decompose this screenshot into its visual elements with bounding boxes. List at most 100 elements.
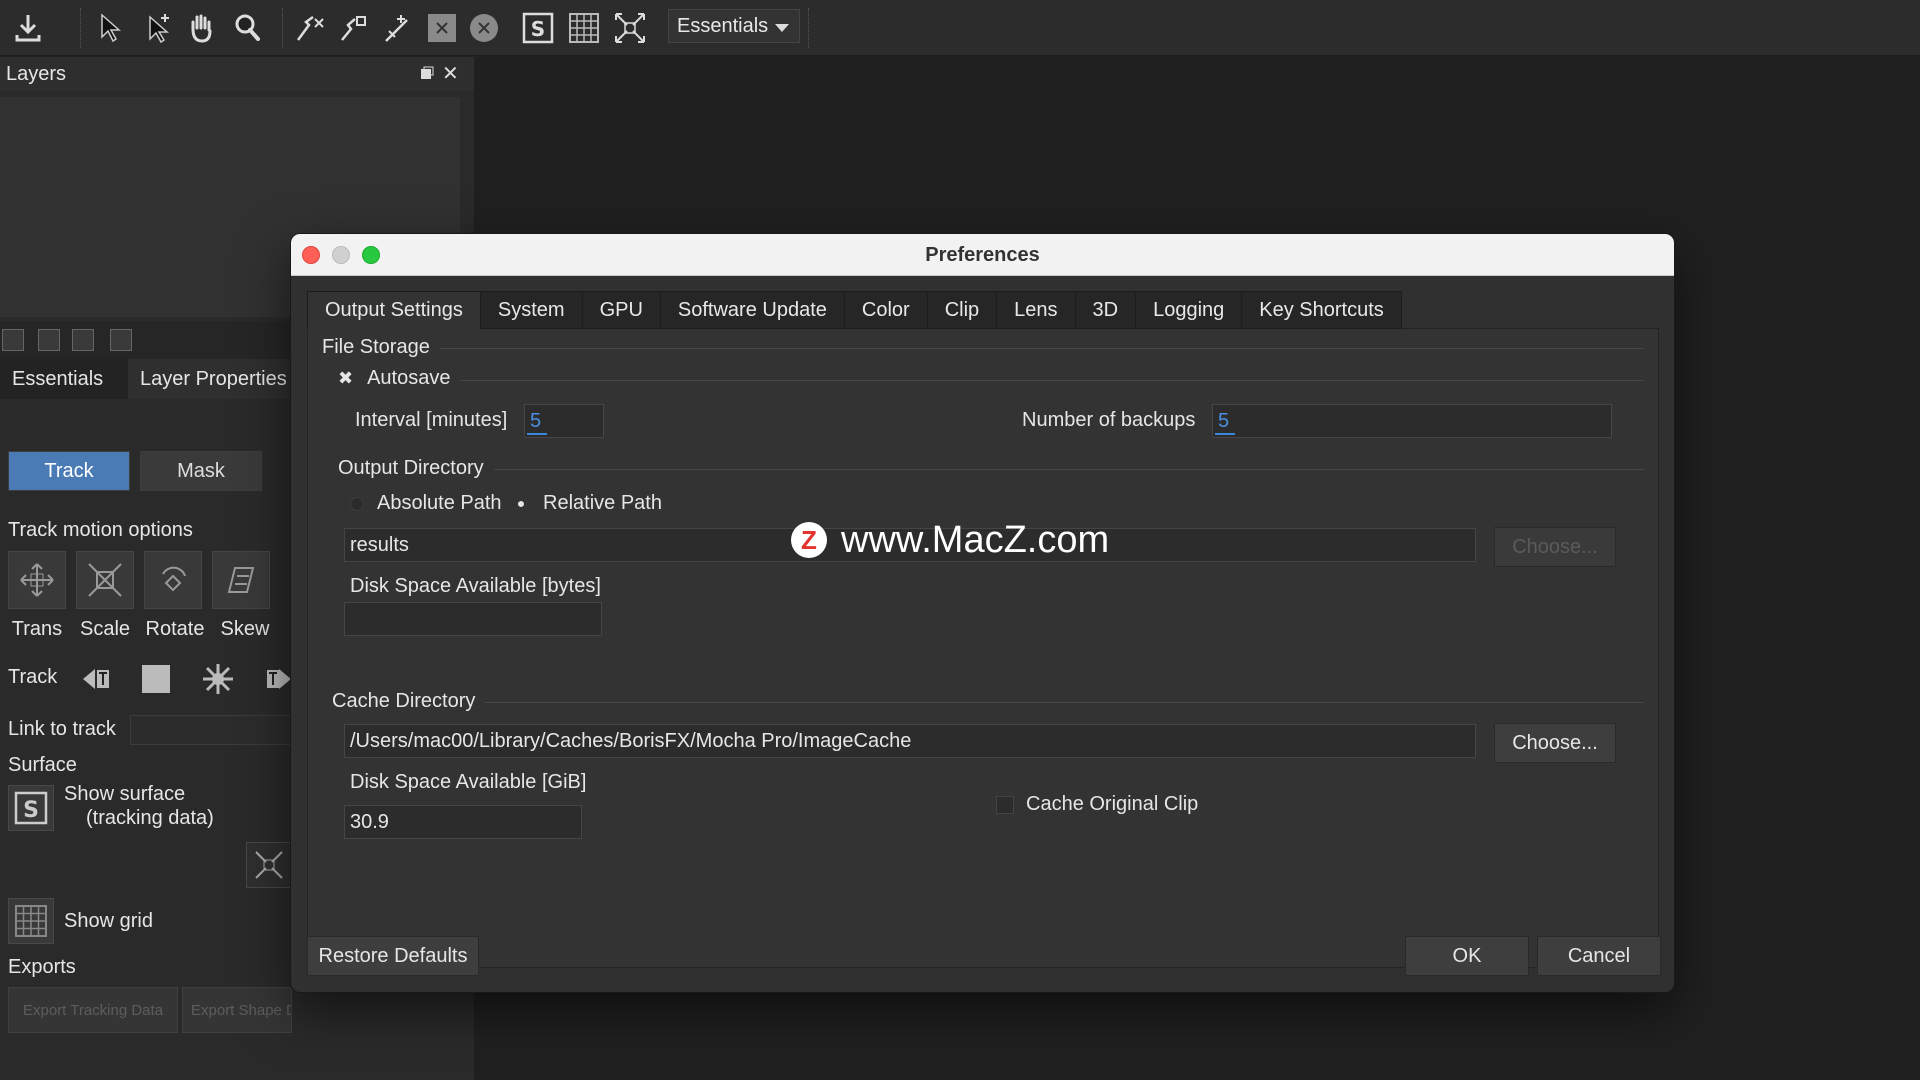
spin-caret [527,433,547,435]
show-surface-sublabel: (tracking data) [86,807,214,829]
tab-essentials[interactable]: Essentials [0,359,115,399]
disk-space-gib-field: 30.9 [344,805,582,839]
checkbox-checked-icon: ✖ [338,368,354,388]
cache-directory-title: Cache Directory [332,690,486,713]
show-surface-label: Show surface [64,783,186,805]
tab-software-update[interactable]: Software Update [660,291,845,329]
cache-directory-divider [332,702,1644,703]
exports-section-title: Exports [8,956,76,978]
show-grid-label: Show grid [64,910,153,932]
link-to-track-label: Link to track [8,718,116,740]
scale-icon [88,563,122,597]
new-layer-icon[interactable] [2,329,24,351]
hand-icon[interactable] [180,6,224,50]
surface-section-title: Surface [8,754,77,776]
rotation-toggle[interactable] [144,551,202,609]
interval-label: Interval [minutes] [355,409,508,431]
restore-defaults-button[interactable]: Restore Defaults [307,936,479,976]
track-controls-label: Track [8,666,58,688]
planar-corners-icon [255,851,283,879]
add-point-arrow-icon[interactable] [136,6,180,50]
skew-icon [227,567,255,593]
export-shape-data-button[interactable]: Export Shape Data [182,987,292,1033]
ok-button[interactable]: OK [1405,936,1529,976]
float-panel-icon[interactable] [420,66,434,80]
file-storage-divider [322,348,1644,349]
add-layer-icon[interactable] [38,329,60,351]
track-mode-button[interactable]: Track [8,451,130,491]
mask-mode-button[interactable]: Mask [140,451,262,491]
main-toolbar: S Essentials [0,0,1920,56]
cache-original-clip-checkbox[interactable] [996,796,1014,814]
disk-space-gib-label: Disk Space Available [GiB] [350,771,587,793]
track-motion-options-title: Track motion options [8,519,193,541]
surface-icon[interactable]: S [516,6,560,50]
grid-icon [15,905,47,937]
tab-3d[interactable]: 3D [1075,291,1137,329]
x-circle-icon[interactable] [462,6,506,50]
cache-directory-field[interactable]: /Users/mac00/Library/Caches/BorisFX/Moch… [344,724,1476,758]
absolute-path-label: Absolute Path [377,492,502,514]
choose-output-directory-button[interactable]: Choose... [1494,527,1616,567]
relative-path-radio[interactable] [514,497,528,511]
pen-icon[interactable] [376,6,420,50]
tab-system[interactable]: System [480,291,583,329]
spin-caret [1215,433,1235,435]
zoom-icon[interactable] [226,6,270,50]
absolute-path-radio[interactable] [350,497,364,511]
show-grid-toggle[interactable] [8,898,54,944]
add-x-spline-icon[interactable] [288,6,332,50]
tab-layer-properties[interactable]: Layer Properties [128,359,299,399]
stop-icon [142,665,170,693]
tab-clip[interactable]: Clip [927,291,998,329]
import-layer-icon[interactable] [72,329,94,351]
grid-icon[interactable] [562,6,606,50]
tab-lens[interactable]: Lens [997,291,1076,329]
export-tracking-data-button[interactable]: Export Tracking Data [8,987,178,1033]
track-backward-button[interactable] [74,657,118,701]
skew-toggle[interactable] [212,551,270,609]
trash-icon[interactable] [110,329,132,351]
toolbar-separator [282,8,284,48]
track-backward-icon [83,669,109,689]
workspace-dropdown[interactable]: Essentials [668,9,800,43]
tab-gpu[interactable]: GPU [582,291,661,329]
select-arrow-icon[interactable] [88,6,132,50]
download-icon[interactable] [6,6,50,50]
trans-label: Trans [11,618,63,640]
choose-cache-directory-button[interactable]: Choose... [1494,723,1616,763]
dialog-titlebar[interactable]: Preferences [291,234,1674,276]
output-directory-divider [338,469,1644,470]
scale-label: Scale [79,618,131,640]
autosave-checkbox[interactable]: ✖ Autosave [338,367,461,390]
show-surface-toggle[interactable]: S [8,785,54,831]
preferences-tabs: Output Settings System GPU Software Upda… [307,291,1402,329]
close-icon[interactable]: ✕ [442,61,459,86]
stop-tracking-button[interactable] [134,657,178,701]
watermark-logo-icon: Z [791,522,827,558]
scale-toggle[interactable] [76,551,134,609]
watermark-text: www.MacZ.com [841,518,1110,561]
chevron-down-icon [775,24,789,32]
backups-spinbox[interactable]: 5 [1212,404,1612,438]
workspace-dropdown-value: Essentials [677,14,769,37]
layers-panel-title: Layers [6,63,67,85]
track-frame-button[interactable] [196,657,240,701]
output-settings-tab-panel: File Storage ✖ Autosave Interval [minutes… [307,328,1659,968]
tab-key-shortcuts[interactable]: Key Shortcuts [1242,291,1402,329]
interval-value: 5 [530,410,542,432]
cancel-button[interactable]: Cancel [1537,936,1661,976]
interval-spinbox[interactable]: 5 [524,404,604,438]
watermark: Z www.MacZ.com [791,515,1109,565]
translation-toggle[interactable] [8,551,66,609]
relative-path-label: Relative Path [543,492,662,514]
tab-output-settings[interactable]: Output Settings [307,291,481,329]
tab-color[interactable]: Color [844,291,928,329]
add-bezier-icon[interactable] [332,6,376,50]
show-planar-corners-toggle[interactable] [246,842,292,888]
toolbar-separator [808,8,810,48]
planar-corners-icon[interactable] [608,6,652,50]
tab-logging[interactable]: Logging [1136,291,1243,329]
x-box-icon[interactable] [420,6,464,50]
dialog-title: Preferences [925,244,1040,266]
